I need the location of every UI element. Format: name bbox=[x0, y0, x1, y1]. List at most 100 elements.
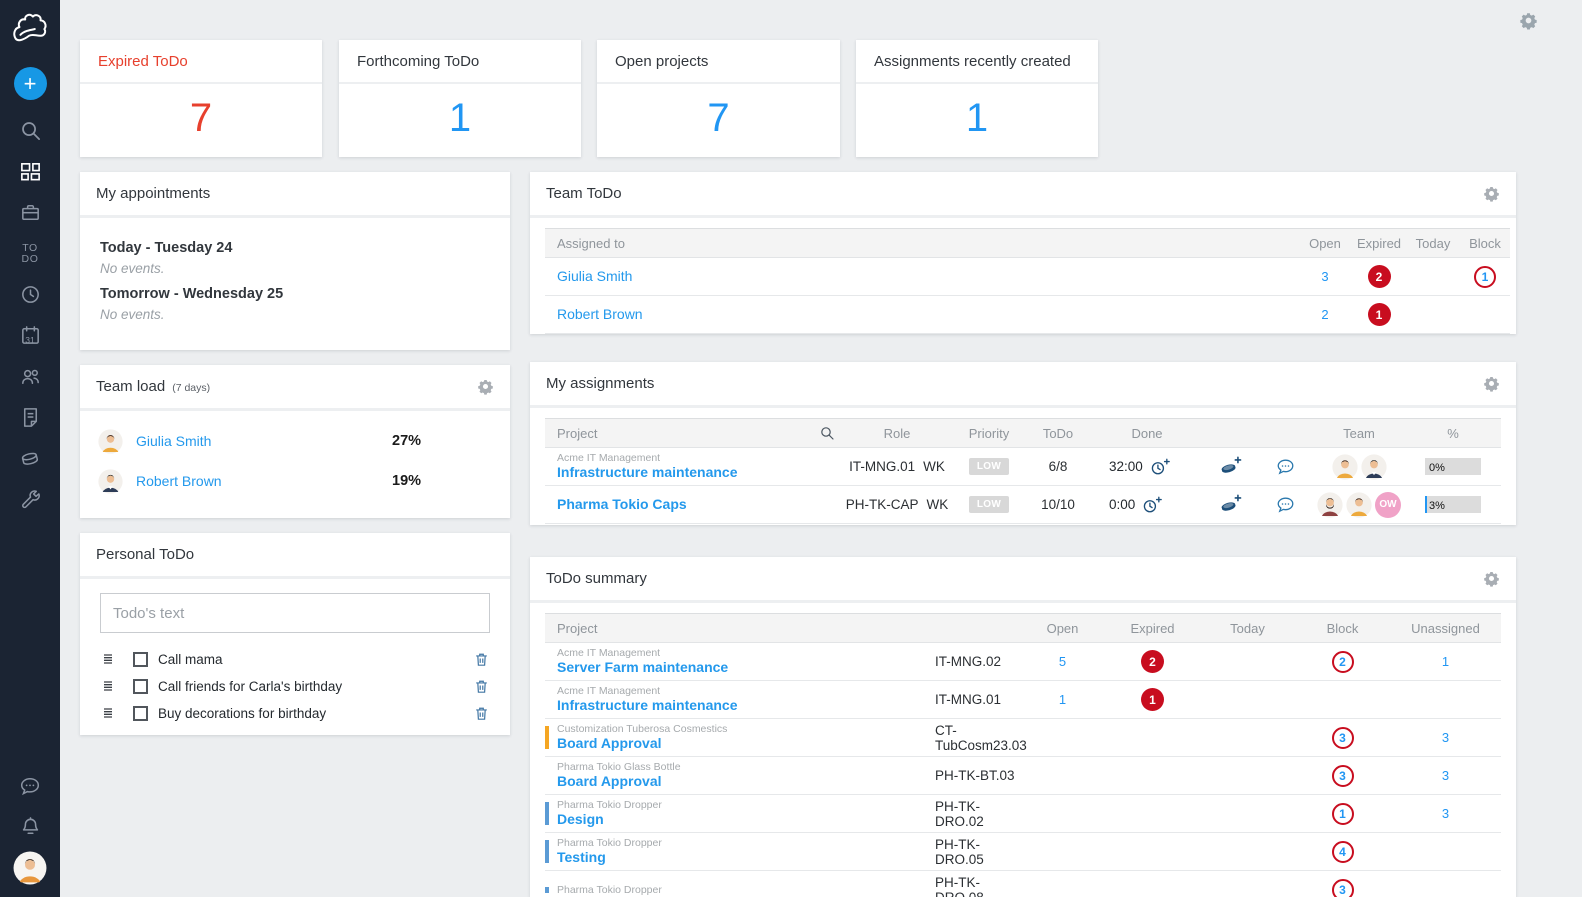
person-link[interactable]: Robert Brown bbox=[557, 306, 643, 322]
avatar[interactable] bbox=[1346, 492, 1372, 518]
block-badge[interactable]: 3 bbox=[1332, 727, 1354, 749]
stat-card-expired-todo[interactable]: Expired ToDo 7 bbox=[80, 40, 322, 157]
person-link[interactable]: Giulia Smith bbox=[136, 433, 392, 449]
expired-badge[interactable]: 2 bbox=[1141, 650, 1164, 673]
sidebar-item-chat[interactable] bbox=[0, 765, 60, 806]
drag-handle-icon[interactable] bbox=[100, 651, 116, 669]
open-count[interactable]: 5 bbox=[1059, 654, 1066, 669]
column-header-project: Project bbox=[557, 426, 597, 441]
open-count[interactable]: 3 bbox=[1321, 269, 1328, 284]
unassigned-count[interactable]: 3 bbox=[1442, 806, 1449, 821]
todo-checkbox[interactable] bbox=[133, 679, 148, 694]
project-parent-label: Acme IT Management bbox=[557, 647, 935, 659]
sidebar-item-documents[interactable] bbox=[0, 397, 60, 438]
panel-settings-gear-icon[interactable] bbox=[1483, 570, 1500, 588]
sidebar-item-worklog[interactable] bbox=[0, 274, 60, 315]
sidebar-item-search[interactable] bbox=[0, 110, 60, 151]
column-header-block: Block bbox=[1460, 236, 1510, 251]
sidebar-item-team[interactable] bbox=[0, 356, 60, 397]
insert-worklog-icon[interactable] bbox=[1219, 456, 1242, 477]
sidebar-item-todo[interactable]: TODO bbox=[0, 233, 60, 274]
block-badge[interactable]: 1 bbox=[1332, 803, 1354, 825]
add-worklog-clock-icon[interactable] bbox=[1149, 457, 1171, 477]
progress-bar[interactable]: 3% bbox=[1425, 496, 1481, 513]
person-link[interactable]: Robert Brown bbox=[136, 473, 392, 489]
todo-checkbox[interactable] bbox=[133, 652, 148, 667]
avatar[interactable] bbox=[1332, 454, 1358, 480]
table-row: Acme IT Management Infrastructure mainte… bbox=[545, 681, 1501, 719]
discussion-icon[interactable] bbox=[1275, 456, 1296, 477]
delete-todo-trash-icon[interactable] bbox=[473, 651, 490, 669]
block-badge[interactable]: 1 bbox=[1474, 266, 1496, 288]
app-logo-hand-icon[interactable] bbox=[7, 7, 53, 53]
appointments-day-label: Tomorrow - Wednesday 25 bbox=[100, 286, 490, 302]
sidebar-item-tools[interactable] bbox=[0, 479, 60, 520]
assignment-link[interactable]: Pharma Tokio Caps bbox=[557, 496, 841, 513]
column-header-expired: Expired bbox=[1105, 621, 1200, 636]
unassigned-count[interactable]: 3 bbox=[1442, 768, 1449, 783]
add-worklog-clock-icon[interactable] bbox=[1141, 495, 1163, 515]
user-avatar[interactable] bbox=[13, 851, 47, 885]
expired-badge[interactable]: 2 bbox=[1368, 265, 1391, 288]
sidebar-item-notifications[interactable] bbox=[0, 806, 60, 847]
panel-title: Team ToDo bbox=[546, 185, 622, 202]
add-button[interactable]: + bbox=[14, 67, 47, 100]
panel-settings-gear-icon[interactable] bbox=[1483, 375, 1500, 393]
todo-text-input[interactable] bbox=[100, 593, 490, 633]
sidebar-item-costs[interactable] bbox=[0, 438, 60, 479]
sidebar-item-calendar[interactable]: 31 bbox=[0, 315, 60, 356]
block-badge[interactable]: 3 bbox=[1332, 765, 1354, 787]
delete-todo-trash-icon[interactable] bbox=[473, 705, 490, 723]
avatar-initials[interactable]: OW bbox=[1375, 492, 1401, 518]
todo-checkbox[interactable] bbox=[133, 706, 148, 721]
page-settings-gear-icon[interactable] bbox=[1519, 11, 1538, 30]
block-badge[interactable]: 2 bbox=[1332, 651, 1354, 673]
open-count[interactable]: 1 bbox=[1059, 692, 1066, 707]
open-count[interactable]: 2 bbox=[1321, 307, 1328, 322]
expired-badge[interactable]: 1 bbox=[1368, 303, 1391, 326]
drag-handle-icon[interactable] bbox=[100, 678, 116, 696]
stat-card-open-projects[interactable]: Open projects 7 bbox=[597, 40, 840, 157]
unassigned-count[interactable]: 1 bbox=[1442, 654, 1449, 669]
project-code: IT-MNG.01 bbox=[849, 459, 915, 474]
block-badge[interactable]: 3 bbox=[1332, 879, 1354, 897]
panel-settings-gear-icon[interactable] bbox=[477, 378, 494, 396]
todo-count: 6/8 bbox=[1049, 459, 1068, 474]
task-link[interactable]: Board Approval bbox=[557, 773, 935, 790]
discussion-icon[interactable] bbox=[1275, 494, 1296, 515]
insert-worklog-icon[interactable] bbox=[1219, 494, 1242, 515]
sidebar-item-dashboard[interactable] bbox=[0, 151, 60, 192]
progress-bar[interactable]: 0% bbox=[1425, 458, 1481, 475]
block-badge[interactable]: 4 bbox=[1332, 841, 1354, 863]
sidebar-item-projects[interactable] bbox=[0, 192, 60, 233]
unassigned-count[interactable]: 3 bbox=[1442, 730, 1449, 745]
delete-todo-trash-icon[interactable] bbox=[473, 678, 490, 696]
done-hours: 32:00 bbox=[1109, 459, 1143, 474]
task-link[interactable]: Infrastructure maintenance bbox=[557, 697, 935, 714]
drag-handle-icon[interactable] bbox=[100, 705, 116, 723]
avatar[interactable] bbox=[1317, 492, 1343, 518]
stat-card-forthcoming-todo[interactable]: Forthcoming ToDo 1 bbox=[339, 40, 581, 157]
expired-badge[interactable]: 1 bbox=[1141, 688, 1164, 711]
search-icon[interactable] bbox=[819, 425, 841, 442]
task-code: PH-TK-BT.03 bbox=[935, 768, 1020, 783]
person-link[interactable]: Giulia Smith bbox=[557, 268, 632, 284]
task-code: PH-TK-DRO.05 bbox=[935, 837, 1020, 867]
task-link[interactable]: Design bbox=[557, 811, 935, 828]
task-code: CT-TubCosm23.03 bbox=[935, 723, 1020, 753]
stat-card-value: 1 bbox=[339, 84, 581, 153]
stat-card-assignments-recent[interactable]: Assignments recently created 1 bbox=[856, 40, 1098, 157]
assignment-link[interactable]: Infrastructure maintenance bbox=[557, 464, 841, 481]
task-link[interactable]: Board Approval bbox=[557, 735, 935, 752]
stat-card-value: 7 bbox=[80, 84, 322, 153]
stat-card-title: Expired ToDo bbox=[80, 40, 322, 84]
panel-settings-gear-icon[interactable] bbox=[1483, 185, 1500, 203]
project-parent-label: Pharma Tokio Glass Bottle bbox=[557, 761, 935, 773]
priority-badge: LOW bbox=[969, 496, 1009, 513]
avatar[interactable] bbox=[1361, 454, 1387, 480]
panel-title: My assignments bbox=[546, 375, 654, 392]
list-item: Giulia Smith 27% bbox=[98, 421, 492, 461]
todo-count: 10/10 bbox=[1041, 497, 1075, 512]
task-link[interactable]: Testing bbox=[557, 849, 935, 866]
task-link[interactable]: Server Farm maintenance bbox=[557, 659, 935, 676]
